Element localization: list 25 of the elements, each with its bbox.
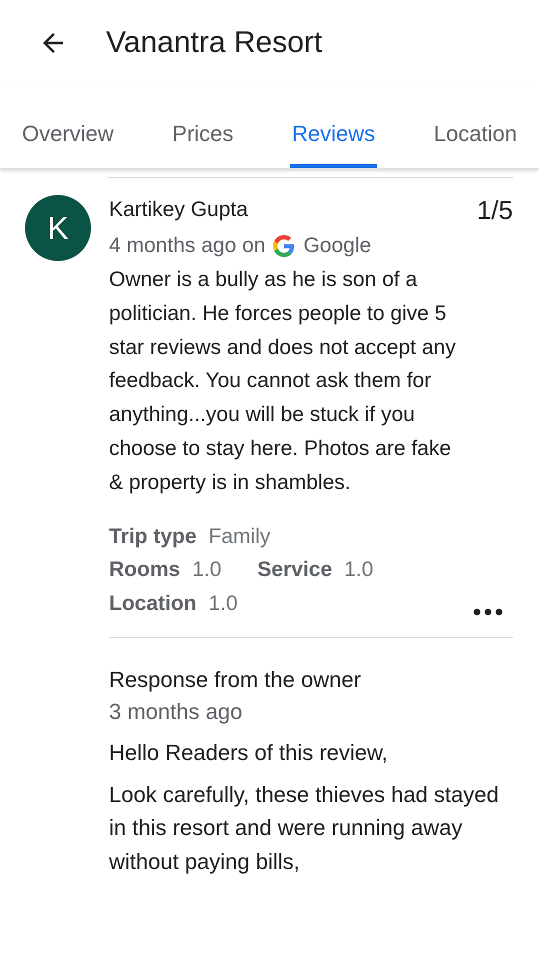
detail-label: Location: [109, 590, 196, 617]
detail-value: 1.0: [344, 557, 374, 584]
page-title: Vanantra Resort: [106, 25, 322, 61]
response-text: Hello Readers of this review,: [109, 739, 389, 768]
review-source: Google: [303, 233, 372, 259]
tab[interactable]: Reviews: [290, 117, 378, 168]
rating: 1/5: [476, 195, 513, 225]
tab[interactable]: Location: [432, 117, 519, 168]
detail-label: Rooms: [109, 557, 180, 584]
tab[interactable]: Overview: [20, 117, 116, 168]
response-text: Look carefully, these thieves had stayed in this resort and were running away without paying bills,: [109, 780, 500, 876]
detail-value: 1.0: [208, 590, 238, 617]
detail-value: Family: [208, 524, 270, 550]
response-time: 3 months ago: [109, 698, 244, 726]
tab[interactable]: Prices: [170, 117, 236, 168]
detail-value: 1.0: [192, 557, 222, 584]
author-name: Kartikey Gupta: [109, 197, 248, 223]
response-title: Response from the owner: [109, 666, 362, 694]
avatar: K: [25, 195, 91, 261]
detail-label: Service: [257, 557, 332, 584]
detail-label: Trip type: [109, 524, 197, 550]
more-options-icon[interactable]: [473, 608, 503, 616]
review-text: Owner is a bully as he is son of a politician. He forces people to give 5 star reviews and does not accept any feedback. You cannot ask them for anything...you will be stuck if you choose to stay here. Photos are fake & property is in shambles.: [109, 267, 457, 496]
review-time: 4 months ago on: [109, 233, 266, 259]
google-logo-icon: [273, 235, 296, 257]
